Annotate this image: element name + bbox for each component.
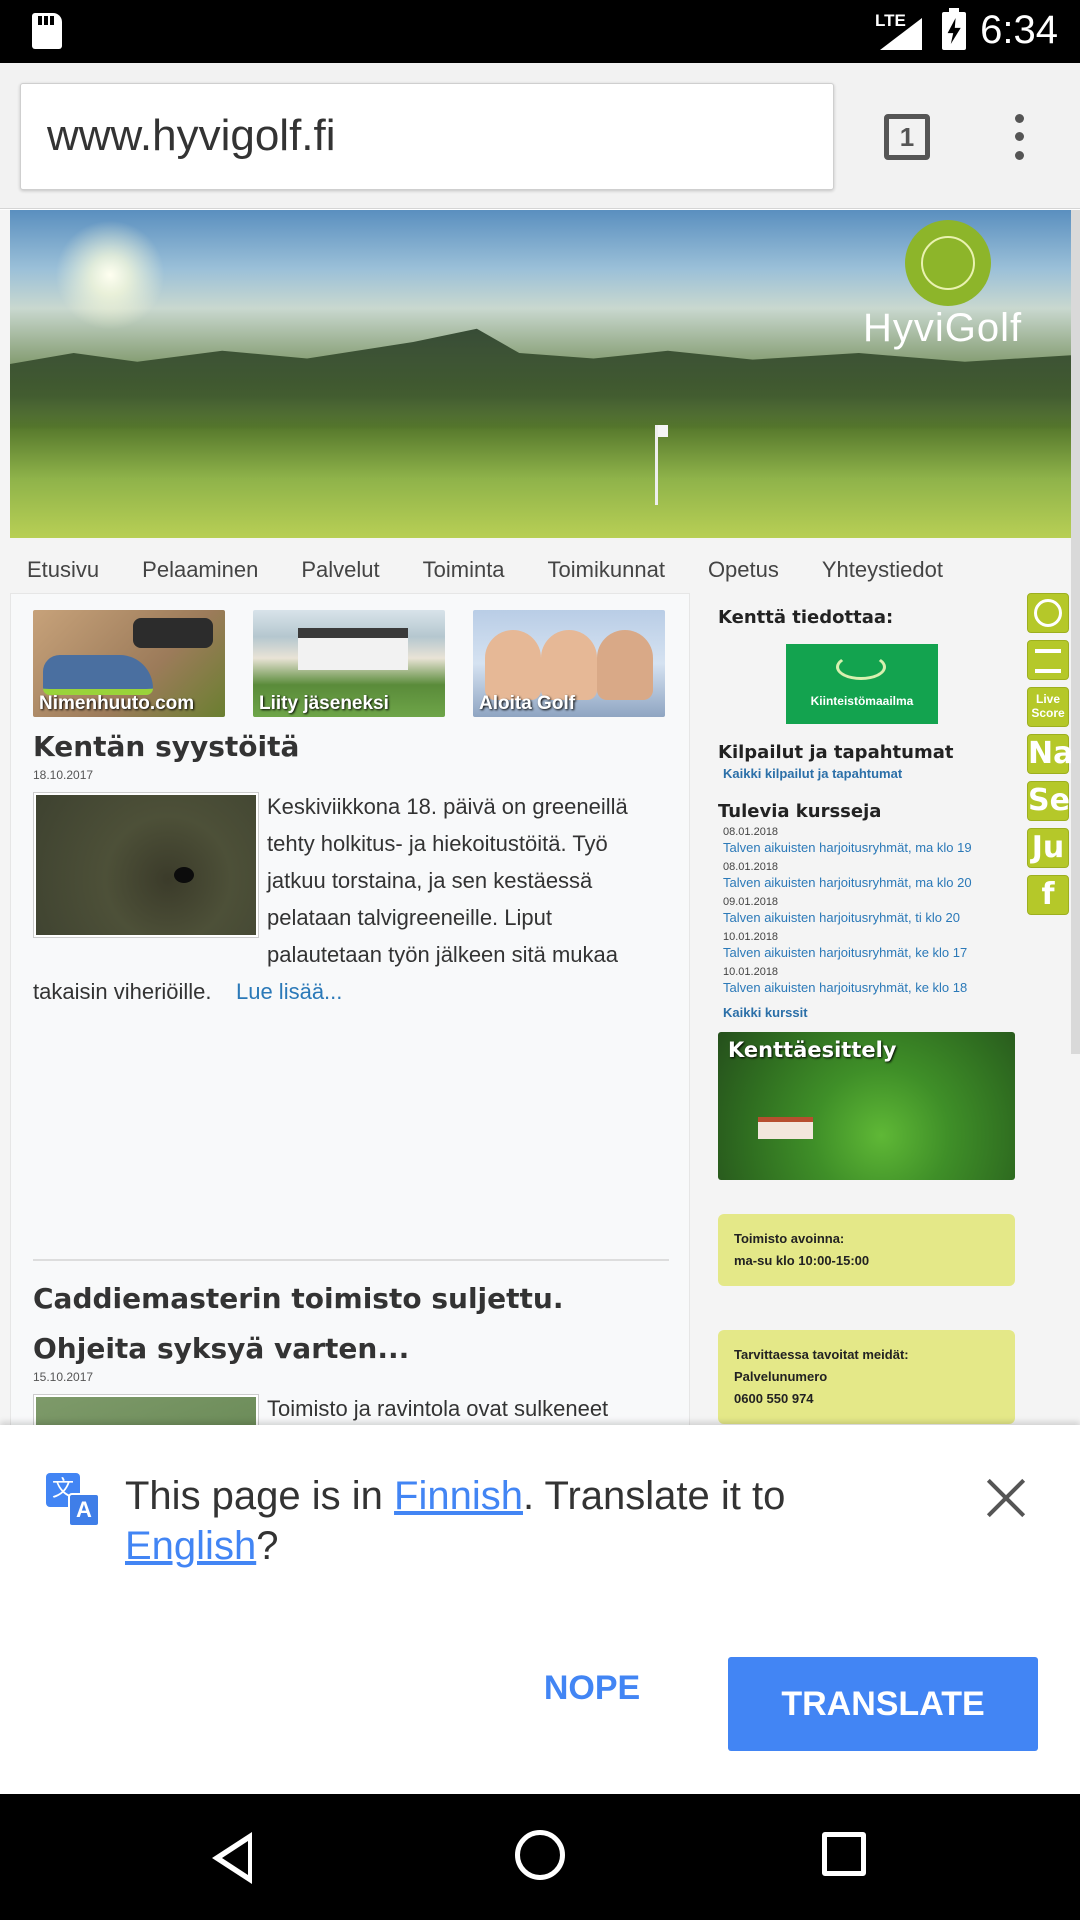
url-text: www.hyvigolf.fi bbox=[47, 111, 336, 160]
tab-switcher-button[interactable]: 1 bbox=[884, 114, 930, 160]
overflow-menu-icon[interactable] bbox=[1010, 114, 1028, 160]
source-language-link[interactable]: Finnish bbox=[394, 1474, 523, 1518]
article-title[interactable]: Caddiemasterin toimisto suljettu. Ohjeit… bbox=[33, 1274, 669, 1374]
promo-label: Aloita Golf bbox=[479, 693, 576, 714]
system-navigation-bar bbox=[0, 1794, 1080, 1920]
nope-button[interactable]: NOPE bbox=[510, 1657, 674, 1719]
nav-pelaaminen[interactable]: Pelaaminen bbox=[142, 545, 258, 595]
nav-yhteystiedot[interactable]: Yhteystiedot bbox=[822, 545, 943, 595]
battery-charging-icon bbox=[942, 8, 966, 50]
promo-start-golf[interactable]: Aloita Golf bbox=[473, 610, 665, 717]
article-thumbnail[interactable] bbox=[33, 792, 259, 938]
office-hours-box: Toimisto avoinna: ma-su klo 10:00-15:00 bbox=[718, 1214, 1015, 1286]
promo-label: Liity jäseneksi bbox=[259, 693, 389, 714]
article-divider bbox=[33, 1259, 669, 1261]
course-link[interactable]: Talven aikuisten harjoitusryhmät, ma klo… bbox=[718, 874, 1018, 892]
target-language-link[interactable]: English bbox=[125, 1524, 256, 1568]
all-events-link[interactable]: Kaikki kilpailut ja tapahtumat bbox=[718, 766, 1018, 781]
nav-etusivu[interactable]: Etusivu bbox=[27, 545, 99, 595]
close-icon[interactable] bbox=[985, 1477, 1027, 1519]
nav-toimikunnat[interactable]: Toimikunnat bbox=[548, 545, 665, 595]
service-number: 0600 550 974 bbox=[734, 1391, 814, 1406]
status-bar: LTE 6:34 bbox=[0, 0, 1080, 63]
back-icon[interactable] bbox=[212, 1832, 252, 1884]
course-date: 08.01.2018 bbox=[723, 826, 779, 838]
quick-link-se[interactable]: Se bbox=[1027, 781, 1070, 821]
news-article: Caddiemasterin toimisto suljettu. Ohjeit… bbox=[33, 1274, 669, 1425]
list-icon[interactable] bbox=[1027, 640, 1069, 680]
translate-message-middle: . Translate it to bbox=[522, 1474, 786, 1518]
translate-message-suffix: ? bbox=[256, 1524, 279, 1568]
site-nav: Etusivu Pelaaminen Palvelut Toiminta Toi… bbox=[0, 545, 1071, 595]
all-courses-link[interactable]: Kaikki kurssit bbox=[718, 1005, 1018, 1020]
page-scrollbar[interactable] bbox=[1071, 210, 1080, 1054]
translate-infobar: 文A This page is in Finnish. Translate it… bbox=[0, 1425, 1080, 1794]
course-link[interactable]: Talven aikuisten harjoitusryhmät, ke klo… bbox=[718, 979, 1018, 997]
sponsor-logo[interactable]: Kiinteistömaailma bbox=[786, 644, 938, 724]
course-map-banner[interactable]: Kenttäesittely bbox=[718, 1032, 1015, 1180]
news-article: Kentän syystöitä 18.10.2017 Keskiviikkon… bbox=[33, 722, 669, 1010]
course-date: 10.01.2018 bbox=[723, 931, 779, 943]
header-banner: HyviGolf bbox=[10, 210, 1071, 538]
events-heading: Kilpailut ja tapahtumat bbox=[718, 742, 954, 763]
home-icon[interactable] bbox=[515, 1830, 565, 1880]
golf-ball-logo-icon[interactable] bbox=[905, 220, 991, 306]
translate-message: This page is in Finnish. Translate it to… bbox=[125, 1471, 865, 1571]
site-logo-text[interactable]: HyviGolf bbox=[863, 306, 1022, 351]
sidebar: Kenttä tiedottaa: Kiinteistömaailma Kilp… bbox=[718, 593, 1018, 1424]
facebook-icon[interactable]: f bbox=[1027, 875, 1069, 915]
nav-palvelut[interactable]: Palvelut bbox=[301, 545, 379, 595]
service-number-label: Palvelunumero bbox=[734, 1369, 828, 1384]
web-page: HyviGolf Etusivu Pelaaminen Palvelut Toi… bbox=[0, 210, 1080, 1425]
contact-label: Tarvittaessa tavoitat meidät: bbox=[734, 1347, 909, 1362]
live-score-button[interactable]: Live Score bbox=[1027, 687, 1069, 727]
read-more-link[interactable]: Lue lisää... bbox=[236, 979, 342, 1004]
course-link[interactable]: Talven aikuisten harjoitusryhmät, ma klo… bbox=[718, 839, 1018, 857]
promo-nimenhuuto[interactable]: Nimenhuuto.com bbox=[33, 610, 225, 717]
course-list: 08.01.2018 Talven aikuisten harjoitusryh… bbox=[718, 825, 1018, 997]
clock-icon[interactable] bbox=[1027, 593, 1069, 633]
course-link[interactable]: Talven aikuisten harjoitusryhmät, ti klo… bbox=[718, 909, 1018, 927]
translate-button[interactable]: TRANSLATE bbox=[728, 1657, 1038, 1751]
translate-icon: 文A bbox=[46, 1473, 102, 1529]
course-date: 09.01.2018 bbox=[723, 896, 779, 908]
translate-message-prefix: This page is in bbox=[125, 1474, 395, 1518]
course-link[interactable]: Talven aikuisten harjoitusryhmät, ke klo… bbox=[718, 944, 1018, 962]
courses-heading: Tulevia kursseja bbox=[718, 801, 882, 822]
nav-toiminta[interactable]: Toiminta bbox=[423, 545, 505, 595]
sd-card-icon bbox=[32, 13, 62, 49]
office-hours-value: ma-su klo 10:00-15:00 bbox=[734, 1253, 870, 1268]
signal-icon bbox=[880, 18, 922, 50]
course-date: 08.01.2018 bbox=[723, 861, 779, 873]
url-bar[interactable]: www.hyvigolf.fi bbox=[20, 83, 834, 190]
quick-link-na[interactable]: Na bbox=[1027, 734, 1073, 774]
recent-apps-icon[interactable] bbox=[822, 1832, 866, 1876]
article-title[interactable]: Kentän syystöitä bbox=[33, 722, 669, 772]
nav-opetus[interactable]: Opetus bbox=[708, 545, 779, 595]
course-date: 10.01.2018 bbox=[723, 966, 779, 978]
office-hours-label: Toimisto avoinna: bbox=[734, 1231, 845, 1246]
status-time: 6:34 bbox=[980, 8, 1058, 52]
promo-join[interactable]: Liity jäseneksi bbox=[253, 610, 445, 717]
article-thumbnail[interactable] bbox=[33, 1394, 259, 1425]
quick-link-ju[interactable]: Ju bbox=[1027, 828, 1069, 868]
course-map-title: Kenttäesittely bbox=[728, 1038, 897, 1062]
notice-heading: Kenttä tiedottaa: bbox=[718, 607, 894, 628]
news-column: Nimenhuuto.com Liity jäseneksi Aloita Go… bbox=[10, 593, 690, 1425]
promo-label: Nimenhuuto.com bbox=[39, 693, 195, 714]
contact-box: Tarvittaessa tavoitat meidät: Palvelunum… bbox=[718, 1330, 1015, 1424]
